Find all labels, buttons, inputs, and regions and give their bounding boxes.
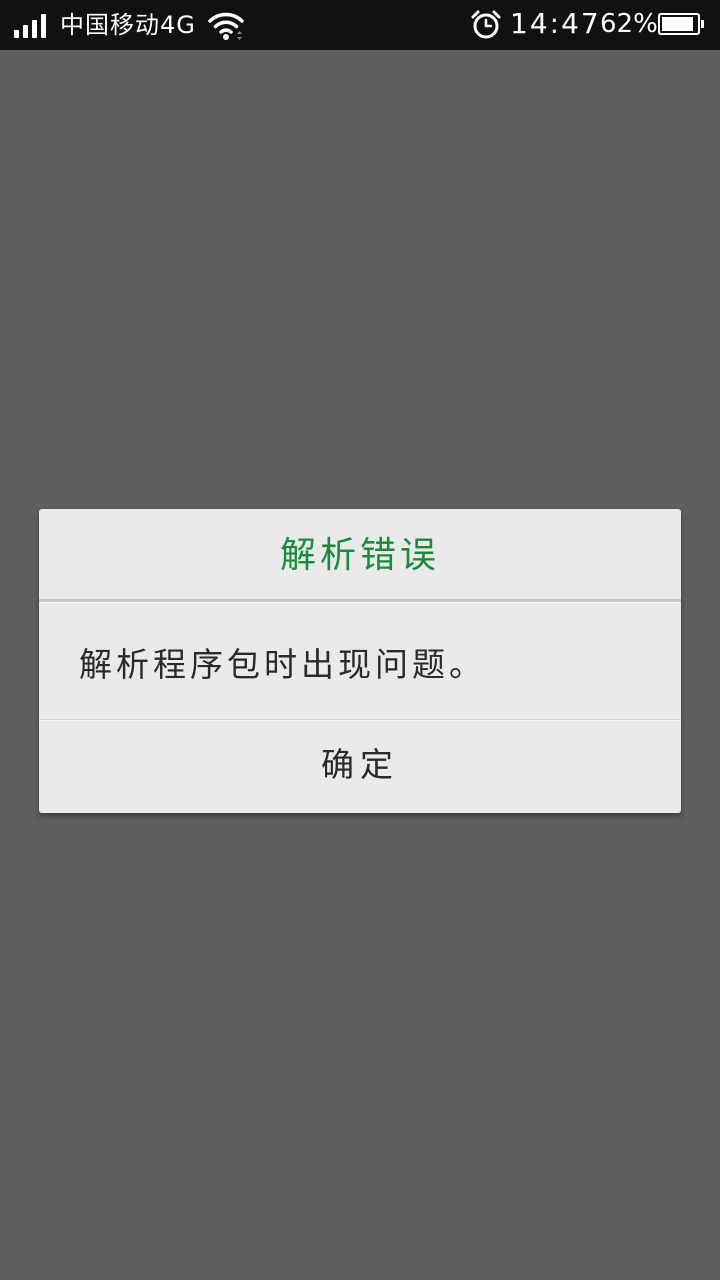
dialog-message: 解析程序包时出现问题。: [79, 645, 486, 684]
battery-percent: 62%: [600, 9, 658, 39]
ok-button[interactable]: 确定: [39, 721, 681, 809]
battery-level-fill: [662, 17, 693, 31]
battery-icon: [658, 13, 704, 35]
alarm-icon: [471, 10, 501, 39]
clock-time: 14:47: [510, 7, 601, 40]
parse-error-dialog: 解析错误 解析程序包时出现问题。 确定: [39, 509, 681, 813]
carrier-name: 中国移动4G: [60, 11, 196, 39]
wifi-icon: [208, 12, 244, 40]
dialog-title: 解析错误: [279, 535, 440, 576]
status-bar: 中国移动4G 14:47 62%: [0, 0, 720, 50]
signal-icon: [14, 14, 48, 38]
